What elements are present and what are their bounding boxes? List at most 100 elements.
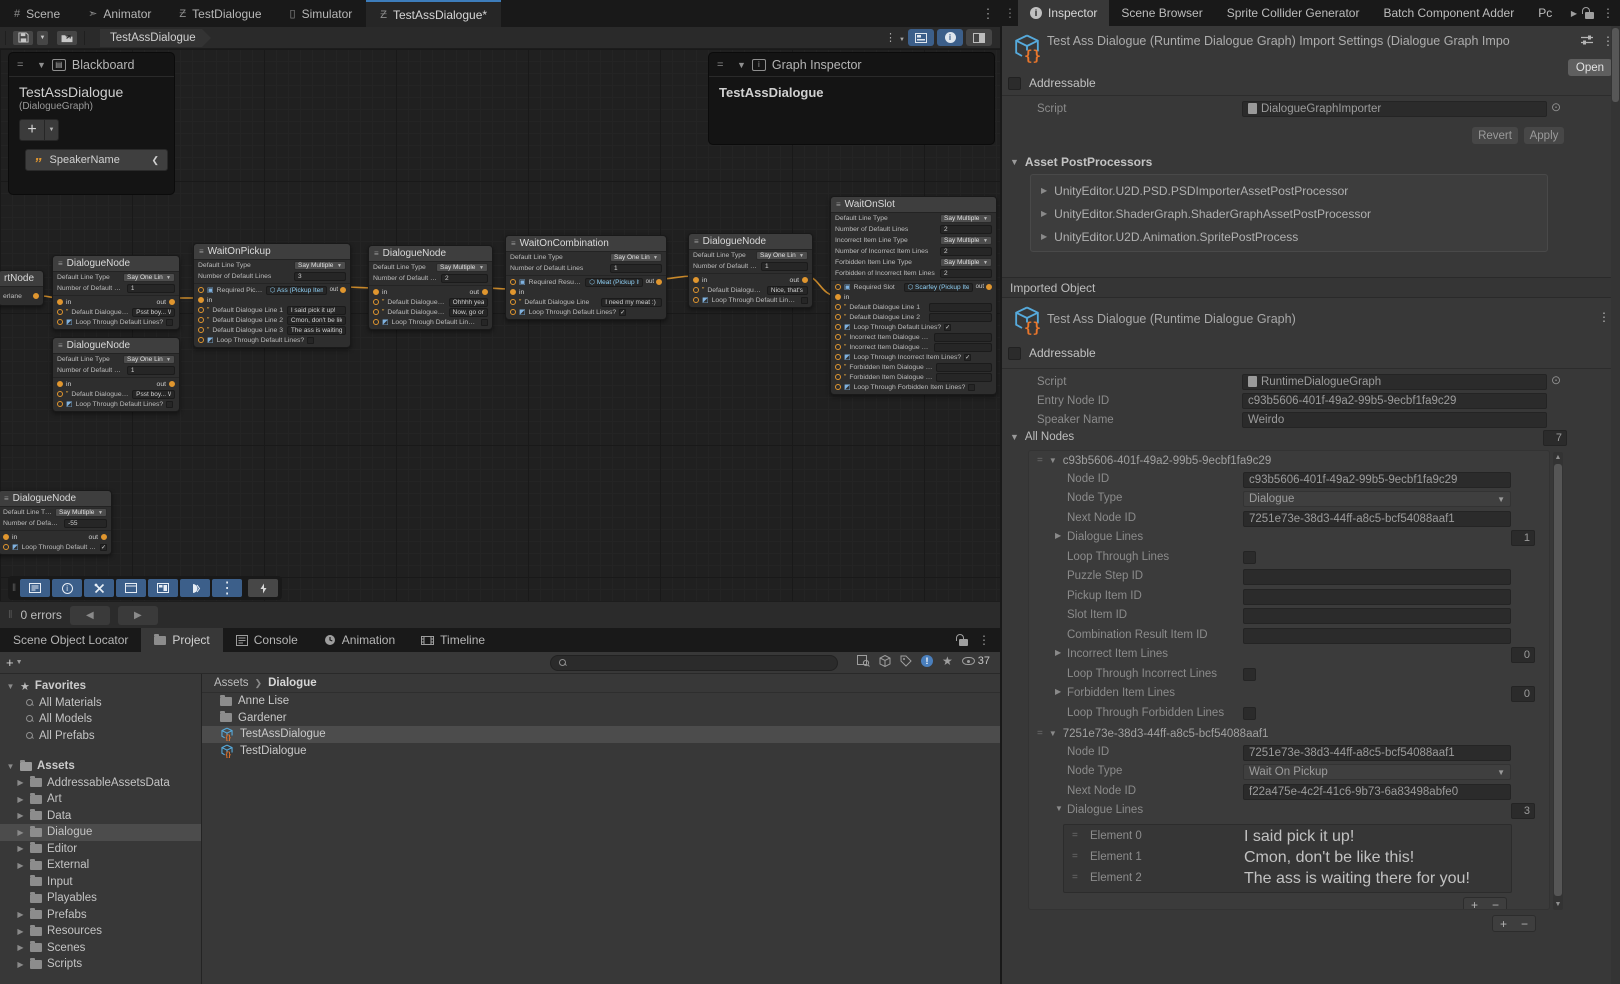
open-button[interactable]: Open [1568, 59, 1612, 76]
graph-node-waitoncombination[interactable]: ≡WaitOnCombinationDefault Line TypeSay O… [505, 235, 667, 320]
line-field[interactable] [936, 363, 992, 372]
data-port[interactable] [373, 309, 379, 315]
node-header[interactable]: ≡WaitOnCombination [506, 236, 666, 252]
field-value-box[interactable]: Weirdo [1242, 412, 1547, 428]
line-field[interactable]: Psst boy... W [132, 308, 175, 317]
info-filter-button[interactable]: ! [921, 655, 933, 667]
kebab-icon[interactable]: ⋮ [978, 633, 990, 647]
count-field[interactable]: -55 [64, 519, 107, 528]
object-field[interactable]: ⬡ Ass (Pickup Item Data) [266, 286, 327, 295]
play-mode-button[interactable] [180, 579, 210, 597]
graph-node-dialoguenode[interactable]: ≡DialogueNodeDefault Line TypeSay Multip… [368, 245, 493, 330]
data-port[interactable] [510, 299, 516, 305]
data-port[interactable] [57, 309, 63, 315]
inspector-scrollbar[interactable] [1611, 26, 1620, 984]
line-field[interactable]: Ohhhh yeah, [449, 298, 488, 307]
node-header[interactable]: ≡DialogueNode [53, 338, 179, 354]
object-field[interactable]: ⬡ Meat (Pickup Item Data) [585, 278, 642, 287]
data-port[interactable] [198, 307, 204, 313]
loop-checkbox[interactable] [307, 337, 314, 344]
all-nodes-count[interactable]: 7 [1543, 430, 1567, 446]
count-field[interactable]: 3 [1511, 803, 1535, 819]
inspector-tab-inspector[interactable]: iInspector [1018, 0, 1109, 26]
input-port[interactable] [510, 289, 516, 295]
tab-scene[interactable]: #Scene [0, 0, 74, 27]
prop-field[interactable]: 7251e73e-38d3-44ff-a8c5-bcf54088aaf1 [1243, 511, 1511, 527]
create-asset-button[interactable]: +▼ [6, 655, 23, 670]
data-port[interactable] [693, 287, 699, 293]
data-port[interactable] [3, 544, 9, 550]
assets-root[interactable]: ▼Assets [0, 758, 201, 775]
foldout-arrow-icon[interactable]: ▼ [1055, 804, 1063, 813]
line-field[interactable] [936, 373, 992, 382]
kebab-icon[interactable]: ⋮ [1602, 6, 1614, 20]
line-type-dropdown[interactable]: Say One Line▼ [123, 273, 175, 282]
loop-checkbox[interactable] [166, 319, 173, 326]
save-button[interactable] [12, 30, 34, 46]
graph-canvas[interactable]: = ▼ ▤ Blackboard TestAssDialogue (Dialog… [0, 49, 1000, 601]
apply-button[interactable]: Apply [1524, 127, 1564, 144]
etabs-more[interactable]: ⋮ [976, 0, 1000, 27]
favorite-all-prefabs[interactable]: All Prefabs [0, 728, 201, 745]
data-port[interactable] [198, 287, 204, 293]
data-port[interactable] [835, 364, 841, 370]
next-error-button[interactable]: ▶ [118, 606, 158, 625]
blackboard-header[interactable]: = ▼ ▤ Blackboard [9, 53, 174, 77]
input-port[interactable] [198, 297, 204, 303]
graph-node-dialoguenode[interactable]: ≡DialogueNodeDefault Line TypeSay One Li… [52, 255, 180, 330]
save-dropdown-button[interactable]: ▼ [36, 30, 49, 46]
folder-scripts[interactable]: ▶Scripts [0, 956, 201, 973]
loop-checkbox[interactable]: ✓ [964, 354, 971, 361]
prev-error-button[interactable]: ◀ [70, 606, 110, 625]
input-port[interactable] [693, 277, 699, 283]
count-field[interactable]: 1 [610, 264, 662, 273]
data-port[interactable] [835, 344, 841, 350]
count-field[interactable]: 1 [1511, 530, 1535, 546]
loop-checkbox[interactable] [481, 319, 488, 326]
input-port[interactable] [835, 294, 841, 300]
data-port[interactable] [510, 309, 516, 315]
tab-scene-object-locator[interactable]: Scene Object Locator [0, 628, 141, 652]
line-field[interactable] [934, 343, 992, 352]
checkbox[interactable] [1243, 551, 1256, 564]
count-field[interactable]: 2 [940, 247, 992, 256]
inspector-tab-batch-component-adder[interactable]: Batch Component Adder [1371, 0, 1526, 26]
output-port[interactable] [169, 299, 175, 305]
line-field[interactable]: Nice, that's it [767, 286, 808, 295]
graph-node-dialoguenode[interactable]: ≡DialogueNodeDefault Line TypeSay Multip… [0, 490, 112, 555]
favorite-all-materials[interactable]: All Materials [0, 695, 201, 712]
add-element-button[interactable]: + [1500, 917, 1507, 931]
folder-resources[interactable]: ▶Resources [0, 923, 201, 940]
tab-simulator[interactable]: ▯Simulator [276, 0, 367, 27]
lock-icon[interactable] [1585, 12, 1594, 19]
line-type-dropdown[interactable]: Say One Line▼ [123, 355, 175, 364]
loop-checkbox[interactable]: ✓ [619, 309, 626, 316]
line-type-dropdown[interactable]: Say One Line▼ [756, 251, 808, 260]
checkbox[interactable] [1243, 668, 1256, 681]
node-header[interactable]: ≡WaitOnSlot [831, 197, 996, 213]
graph-node-dialoguenode[interactable]: ≡DialogueNodeDefault Line TypeSay One Li… [688, 233, 813, 308]
count-field[interactable]: 0 [1511, 647, 1535, 663]
window-button[interactable] [116, 579, 146, 597]
line-field[interactable] [934, 333, 992, 342]
list-scrollbar[interactable]: ▲ ▼ [1553, 452, 1563, 910]
tab-animation[interactable]: Animation [311, 628, 408, 652]
folder-scenes[interactable]: ▶Scenes [0, 940, 201, 957]
count-field[interactable]: 1 [761, 262, 808, 271]
prop-field[interactable] [1243, 628, 1511, 644]
data-port[interactable] [835, 374, 841, 380]
line-field[interactable]: I said pick it up! [287, 306, 346, 315]
prop-dropdown[interactable]: Wait On Pickup▼ [1243, 764, 1511, 780]
line-field[interactable] [929, 303, 992, 312]
line-type-dropdown[interactable]: Say Multiple Lines▼ [55, 508, 107, 517]
graph-node-waitonpickup[interactable]: ≡WaitOnPickupDefault Line TypeSay Multip… [193, 243, 351, 348]
prop-field[interactable]: c93b5606-401f-49a2-99b5-9ecbf1fa9c29 [1243, 472, 1511, 488]
data-port[interactable] [57, 401, 63, 407]
data-port[interactable] [835, 304, 841, 310]
add-element-button[interactable]: + [1471, 898, 1478, 910]
scroll-down-icon[interactable]: ▼ [1554, 901, 1562, 908]
output-port[interactable] [33, 293, 39, 299]
foldout-arrow-icon[interactable]: ▶ [1055, 531, 1061, 540]
folder-addressableassetsdata[interactable]: ▶AddressableAssetsData [0, 775, 201, 792]
line-type-dropdown[interactable]: Say Multiple Lines▼ [294, 261, 346, 270]
